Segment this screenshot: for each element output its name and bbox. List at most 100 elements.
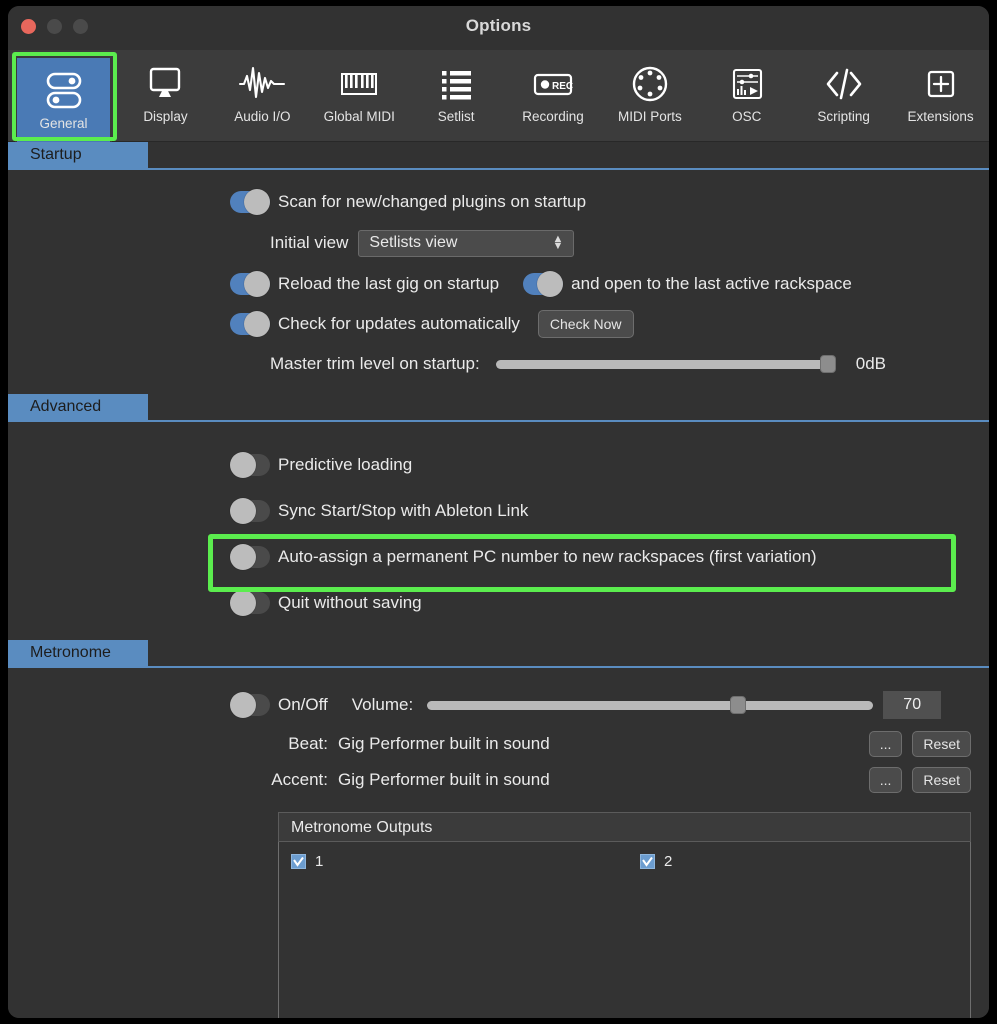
toolbar-item-extensions[interactable]: Extensions <box>892 51 989 139</box>
reload-gig-toggle[interactable] <box>230 271 270 297</box>
toggle-knob <box>244 311 270 337</box>
scan-plugins-label: Scan for new/changed plugins on startup <box>278 192 587 211</box>
metronome-output-label-2: 2 <box>664 853 673 870</box>
options-content: Startup Scan for new/changed plugins on … <box>8 142 989 1018</box>
scan-plugins-toggle[interactable] <box>230 189 270 215</box>
master-trim-label: Master trim level on startup: <box>270 354 480 373</box>
metronome-beat-label: Beat: <box>288 734 328 753</box>
master-trim-slider[interactable] <box>495 355 836 373</box>
check-updates-label: Check for updates automatically <box>278 314 520 333</box>
toolbar-item-general-wrapper: General <box>10 50 117 149</box>
check-updates-toggle[interactable] <box>230 311 270 337</box>
metronome-output-item-1[interactable]: 1 <box>291 853 323 870</box>
toolbar-item-general[interactable]: General <box>15 56 112 144</box>
checkbox-checked-icon[interactable] <box>291 854 306 869</box>
startup-rows: Scan for new/changed plugins on startup … <box>8 170 989 394</box>
toggle-knob <box>230 590 256 616</box>
predictive-loading-toggle[interactable] <box>230 452 270 478</box>
rec-icon: REC <box>528 62 578 106</box>
toolbar-item-osc[interactable]: OSC <box>698 51 795 139</box>
metronome-beat-reset-button[interactable]: Reset <box>912 731 971 757</box>
master-trim-value: 0dB <box>855 354 886 373</box>
quit-without-saving-row: Quit without saving <box>8 580 989 626</box>
metronome-accent-value: Gig Performer built in sound <box>338 770 550 789</box>
reload-gig-row: Reload the last gig on startup and open … <box>8 264 989 304</box>
ableton-link-row: Sync Start/Stop with Ableton Link <box>8 488 989 534</box>
options-toolbar: General Display Audio I/O Global MIDI Se… <box>8 50 989 144</box>
section-title-advanced: Advanced <box>8 394 148 420</box>
toggle-knob <box>230 544 256 570</box>
metronome-volume-slider[interactable] <box>427 696 874 714</box>
metronome-output-label-1: 1 <box>315 853 324 870</box>
slider-thumb[interactable] <box>819 355 836 373</box>
toolbar-item-general-label: General <box>39 116 88 131</box>
metronome-accent-label: Accent: <box>271 770 328 789</box>
plus-box-icon <box>919 62 963 106</box>
check-updates-row: Check for updates automatically Check No… <box>8 304 989 344</box>
open-last-rackspace-label: and open to the last active rackspace <box>571 274 852 293</box>
auto-assign-pc-row: Auto-assign a permanent PC number to new… <box>8 534 989 580</box>
metronome-beat-row: Beat: Gig Performer built in sound ... R… <box>8 726 989 762</box>
metronome-accent-reset-button[interactable]: Reset <box>912 767 971 793</box>
open-last-rackspace-toggle[interactable] <box>523 271 564 297</box>
scan-plugins-row: Scan for new/changed plugins on startup <box>8 182 989 222</box>
advanced-rows: Predictive loading Sync Start/Stop with … <box>8 422 989 640</box>
toolbar-item-scripting-label: Scripting <box>817 109 870 124</box>
list-icon <box>434 62 478 106</box>
slider-track <box>427 700 874 710</box>
toolbar-item-display-label: Display <box>143 109 188 124</box>
checkbox-checked-icon[interactable] <box>640 854 655 869</box>
toggle-knob <box>537 271 564 297</box>
check-now-button[interactable]: Check Now <box>537 310 634 338</box>
ableton-link-label: Sync Start/Stop with Ableton Link <box>278 501 529 520</box>
quit-without-saving-toggle[interactable] <box>230 590 270 616</box>
waveform-icon <box>237 62 287 106</box>
master-trim-row: Master trim level on startup: 0dB <box>8 344 989 384</box>
toolbar-item-global-midi[interactable]: Global MIDI <box>311 51 408 139</box>
toolbar-item-setlist[interactable]: Setlist <box>408 51 505 139</box>
mixer-play-icon <box>725 62 769 106</box>
piano-keys-icon <box>336 62 382 106</box>
section-title-metronome: Metronome <box>8 640 148 666</box>
din-connector-icon <box>628 62 672 106</box>
metronome-beat-value: Gig Performer built in sound <box>338 734 550 753</box>
toolbar-item-audio-io-label: Audio I/O <box>234 109 291 124</box>
toggle-knob <box>244 189 270 215</box>
toolbar-item-scripting[interactable]: Scripting <box>795 51 892 139</box>
toolbar-item-display[interactable]: Display <box>117 51 214 139</box>
metronome-outputs-list: 1 2 <box>278 842 971 1018</box>
metronome-accent-row: Accent: Gig Performer built in sound ...… <box>8 762 989 798</box>
toggles-icon <box>41 69 87 113</box>
toggle-knob <box>244 271 270 297</box>
toggle-knob <box>230 692 256 718</box>
section-title-startup: Startup <box>8 142 148 168</box>
toolbar-item-recording[interactable]: REC Recording <box>505 51 602 139</box>
auto-assign-pc-label: Auto-assign a permanent PC number to new… <box>278 547 817 566</box>
metronome-output-item-2[interactable]: 2 <box>640 853 672 870</box>
metronome-onoff-toggle[interactable] <box>230 692 270 718</box>
metronome-accent-browse-button[interactable]: ... <box>868 767 903 793</box>
reload-gig-label: Reload the last gig on startup <box>278 274 500 293</box>
metronome-onoff-row: On/Off Volume: 70 <box>8 684 989 726</box>
ableton-link-toggle[interactable] <box>230 498 270 524</box>
auto-assign-pc-toggle[interactable] <box>230 544 270 570</box>
initial-view-value: Setlists view <box>369 234 458 251</box>
predictive-loading-row: Predictive loading <box>8 442 989 488</box>
toolbar-item-midi-ports[interactable]: MIDI Ports <box>601 51 698 139</box>
section-header-metronome: Metronome <box>8 640 989 668</box>
metronome-beat-browse-button[interactable]: ... <box>868 731 903 757</box>
section-header-startup: Startup <box>8 142 989 170</box>
toggle-knob <box>230 452 256 478</box>
metronome-volume-label: Volume: <box>351 695 414 714</box>
toolbar-item-osc-label: OSC <box>732 109 762 124</box>
toolbar-item-audio-io[interactable]: Audio I/O <box>214 51 311 139</box>
initial-view-row: Initial view Setlists view ▲ ▼ <box>8 222 989 264</box>
metronome-onoff-label: On/Off <box>278 695 328 714</box>
title-bar: Options <box>8 6 989 50</box>
section-header-advanced: Advanced <box>8 394 989 422</box>
slider-thumb[interactable] <box>730 696 747 714</box>
metronome-outputs-title: Metronome Outputs <box>278 812 971 842</box>
window-title: Options <box>465 16 532 35</box>
toolbar-item-global-midi-label: Global MIDI <box>323 109 395 124</box>
initial-view-select[interactable]: Setlists view ▲ ▼ <box>358 229 575 257</box>
